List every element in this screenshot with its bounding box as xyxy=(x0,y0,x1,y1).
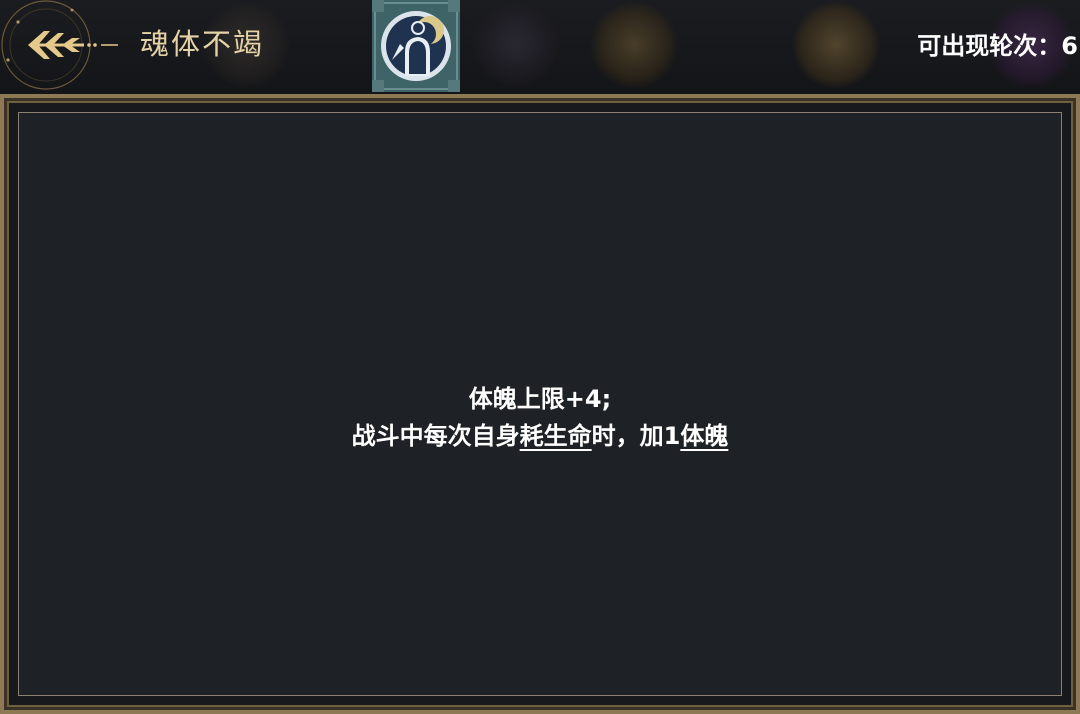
talent-icon[interactable] xyxy=(372,0,460,92)
talent-description: 体魄上限+4; 战斗中每次自身耗生命时，加1体魄 xyxy=(19,381,1061,455)
background-talent-icon xyxy=(470,2,562,88)
description-line-1: 体魄上限+4; xyxy=(468,385,612,413)
keyword-link-consume-life[interactable]: 耗生命 xyxy=(520,422,592,450)
description-text: 战斗中每次自身 xyxy=(351,422,520,450)
top-bar: 魂体不竭 可出现轮次：6 xyxy=(0,0,1080,94)
available-rounds-label: 可出现轮次：6 xyxy=(917,32,1078,60)
talent-silhouette-icon xyxy=(372,0,460,92)
talent-detail-screen: 魂体不竭 可出现轮次：6 体魄上限+4; 战斗中每次自身耗生命时，加1体魄 xyxy=(0,0,1080,714)
description-line-2: 战斗中每次自身耗生命时，加1体魄 xyxy=(19,418,1061,455)
background-talent-icon xyxy=(790,2,882,88)
back-arrow-icon xyxy=(1,0,118,90)
page-title: 魂体不竭 xyxy=(140,27,265,61)
keyword-link-physique[interactable]: 体魄 xyxy=(680,422,728,450)
description-text: 时，加1 xyxy=(591,422,681,450)
back-button[interactable] xyxy=(0,0,130,90)
background-talent-icon xyxy=(588,2,680,88)
description-panel-inner: 体魄上限+4; 战斗中每次自身耗生命时，加1体魄 xyxy=(18,112,1062,696)
description-panel: 体魄上限+4; 战斗中每次自身耗生命时，加1体魄 xyxy=(0,94,1080,714)
